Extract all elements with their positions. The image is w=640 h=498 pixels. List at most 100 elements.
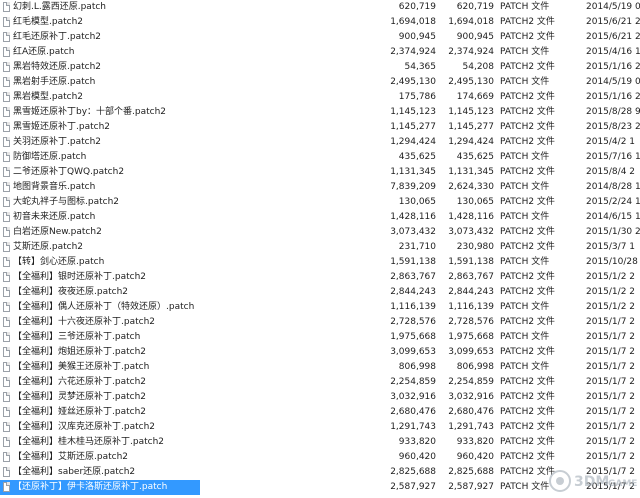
file-name-cell[interactable]: 白岩还原New.patch2 [0,225,200,240]
file-name-cell[interactable]: 【全福利】炮姐还原补丁.patch2 [0,345,200,360]
file-icon [3,212,10,222]
file-row[interactable]: 艾斯还原.patch2 231,710 230,980 PATCH2 文件 2015/3… [0,240,640,255]
file-name-cell[interactable]: 【全福利】桂木桂马还原补丁.patch2 [0,435,200,450]
file-row[interactable]: 【全福利】美猴王还原补丁.patch 806,998 806,998 PATCH 文件… [0,360,640,375]
file-row[interactable]: 【全福利】炮姐还原补丁.patch2 3,099,653 3,099,653 PATC… [0,345,640,360]
file-icon [3,167,10,177]
file-row[interactable]: 黑雪姬还原补丁by：十部个番.patch2 1,145,123 1,145,123 P… [0,105,640,120]
file-row[interactable]: 【全福利】偶人还原补丁（特效还原）.patch 1,116,139 1,116,13… [0,300,640,315]
file-size: 933,820 [398,437,436,447]
file-row[interactable]: 【全福利】艾斯还原.patch2 960,420 960,420 PATCH2 文件 2… [0,450,640,465]
file-packed-size: 2,254,859 [448,377,494,387]
file-name-cell[interactable]: 【全福利】汉库克还原补丁.patch2 [0,420,200,435]
file-row[interactable]: 【全福利】汉库克还原补丁.patch2 1,291,743 1,291,743 PAT… [0,420,640,435]
file-name-cell[interactable]: 黑岩模型.patch2 [0,90,200,105]
file-row[interactable]: 初音未来还原.patch 1,428,116 1,428,116 PATCH 文件 20… [0,210,640,225]
file-row[interactable]: 【全福利】三爷还原补丁.patch 1,975,668 1,975,668 PATCH… [0,330,640,345]
file-name-cell[interactable]: 幻刺.L.露西还原.patch [0,0,200,15]
file-packed-size: 933,820 [456,437,494,447]
file-name-cell[interactable]: 大蛇丸袢子与图标.patch2 [0,195,200,210]
file-name-cell[interactable]: 防御塔还原.patch [0,150,200,165]
file-icon [3,437,10,447]
file-date: 2015/1/2 2 [586,287,636,297]
file-row[interactable]: 防御塔还原.patch 435,625 435,625 PATCH 文件 2015/7/… [0,150,640,165]
file-name: 黑岩模型.patch2 [13,92,83,102]
file-row[interactable]: 【全福利】桂木桂马还原补丁.patch2 933,820 933,820 PATCH2… [0,435,640,450]
file-name-cell[interactable]: 【全福利】十六夜还原补丁.patch2 [0,315,200,330]
file-row[interactable]: 【还原补丁】伊卡洛斯还原补丁.patch 2,587,927 2,587,927 PA… [0,480,640,495]
file-name-cell[interactable]: 关羽还原补丁.patch2 [0,135,200,150]
file-row[interactable]: 黑岩模型.patch2 175,786 174,669 PATCH2 文件 2015/1… [0,90,640,105]
file-size: 2,254,859 [390,377,436,387]
file-size: 54,365 [404,62,437,72]
file-row[interactable]: 【全福利】灵梦还原补丁.patch2 3,032,916 3,032,916 PATC… [0,390,640,405]
file-name-cell[interactable]: 【全福利】美猴王还原补丁.patch [0,360,200,375]
file-size: 1,428,116 [390,212,436,222]
file-size: 130,065 [398,197,436,207]
file-row[interactable]: 【全福利】十六夜还原补丁.patch2 2,728,576 2,728,576 PAT… [0,315,640,330]
file-name: 【全福利】银时还原补丁.patch2 [13,272,146,282]
file-name-cell[interactable]: 二爷还原补丁QWQ.patch2 [0,165,200,180]
file-row[interactable]: 【全福利】银时还原补丁.patch2 2,863,767 2,863,767 PATC… [0,270,640,285]
file-name: 【全福利】桂木桂马还原补丁.patch2 [13,437,164,447]
file-row[interactable]: 【全福利】六花还原补丁.patch2 2,254,859 2,254,859 PATC… [0,375,640,390]
file-name-cell[interactable]: 黑雪姬还原补丁.patch2 [0,120,200,135]
file-name-cell[interactable]: 黑岩射手还原.patch [0,75,200,90]
file-name-cell[interactable]: 红毛还原补丁.patch2 [0,30,200,45]
file-name-cell[interactable]: 【全福利】六花还原补丁.patch2 [0,375,200,390]
file-row[interactable]: 白岩还原New.patch2 3,073,432 3,073,432 PATCH2 文… [0,225,640,240]
file-date: 2015/1/7 2 [586,407,636,417]
file-size: 2,844,243 [390,287,436,297]
file-name-cell[interactable]: 【转】剑心还原.patch [0,255,200,270]
file-row[interactable]: 【全福利】娅丝还原补丁.patch2 2,680,476 2,680,476 PATC… [0,405,640,420]
file-date: 2015/10/28 [586,257,638,267]
file-type: PATCH2 文件 [500,272,555,282]
file-row[interactable]: 黑岩特效还原.patch2 54,365 54,208 PATCH2 文件 2015/1… [0,60,640,75]
file-date: 2015/1/7 2 [586,377,636,387]
file-size: 960,420 [398,452,436,462]
file-name-cell[interactable]: 【全福利】娅丝还原补丁.patch2 [0,405,200,420]
file-name-cell[interactable]: 红A还原.patch [0,45,200,60]
file-row[interactable]: 红A还原.patch 2,374,924 2,374,924 PATCH 文件 2015… [0,45,640,60]
file-type: PATCH2 文件 [500,317,555,327]
file-icon [3,482,10,492]
file-row[interactable]: 黑岩射手还原.patch 2,495,130 2,495,130 PATCH 文件 20… [0,75,640,90]
file-date: 2015/1/16 2 [586,92,640,102]
file-icon [3,197,10,207]
file-name-cell[interactable]: 地图背景音乐.patch [0,180,200,195]
file-row[interactable]: 黑雪姬还原补丁.patch2 1,145,277 1,145,277 PATCH2 文… [0,120,640,135]
file-packed-size: 960,420 [456,452,494,462]
file-row[interactable]: 大蛇丸袢子与图标.patch2 130,065 130,065 PATCH2 文件 20… [0,195,640,210]
file-name: 二爷还原补丁QWQ.patch2 [13,167,125,177]
file-name-cell[interactable]: 【全福利】偶人还原补丁（特效还原）.patch [0,300,200,315]
file-row[interactable]: 【全福利】夜夜还原.patch2 2,844,243 2,844,243 PATCH2… [0,285,640,300]
file-name-cell[interactable]: 【全福利】艾斯还原.patch2 [0,450,200,465]
file-name-cell[interactable]: 【全福利】夜夜还原.patch2 [0,285,200,300]
file-name-cell[interactable]: 黑雪姬还原补丁by：十部个番.patch2 [0,105,200,120]
file-name-cell[interactable]: 艾斯还原.patch2 [0,240,200,255]
file-name-cell[interactable]: 【全福利】灵梦还原补丁.patch2 [0,390,200,405]
file-packed-size: 2,624,330 [448,182,494,192]
file-name-cell[interactable]: 黑岩特效还原.patch2 [0,60,200,75]
file-row[interactable]: 关羽还原补丁.patch2 1,294,424 1,294,424 PATCH2 文件… [0,135,640,150]
file-name-cell[interactable]: 初音未来还原.patch [0,210,200,225]
file-row[interactable]: 地图背景音乐.patch 7,839,209 2,624,330 PATCH 文件 20… [0,180,640,195]
file-name-cell[interactable]: 【全福利】saber还原.patch2 [0,465,200,480]
file-row[interactable]: 红毛模型.patch2 1,694,018 1,694,018 PATCH2 文件 20… [0,15,640,30]
file-name-cell[interactable]: 【全福利】三爷还原补丁.patch [0,330,200,345]
file-type: PATCH 文件 [500,182,550,192]
file-name: 【全福利】夜夜还原.patch2 [13,287,128,297]
file-name-cell[interactable]: 【还原补丁】伊卡洛斯还原补丁.patch [0,480,200,495]
file-icon [3,92,10,102]
file-type: PATCH2 文件 [500,392,555,402]
file-row[interactable]: 【全福利】saber还原.patch2 2,825,688 2,825,688 PAT… [0,465,640,480]
file-name-cell[interactable]: 红毛模型.patch2 [0,15,200,30]
file-icon [3,377,10,387]
file-row[interactable]: 幻刺.L.露西还原.patch 620,719 620,719 PATCH 文件 201… [0,0,640,15]
file-name-cell[interactable]: 【全福利】银时还原补丁.patch2 [0,270,200,285]
file-row[interactable]: 红毛还原补丁.patch2 900,945 900,945 PATCH2 文件 2015… [0,30,640,45]
file-icon [3,392,10,402]
file-name: 幻刺.L.露西还原.patch [13,2,107,12]
file-row[interactable]: 【转】剑心还原.patch 1,591,138 1,591,138 PATCH 文件 2… [0,255,640,270]
file-row[interactable]: 二爷还原补丁QWQ.patch2 1,131,345 1,131,345 PATCH2… [0,165,640,180]
